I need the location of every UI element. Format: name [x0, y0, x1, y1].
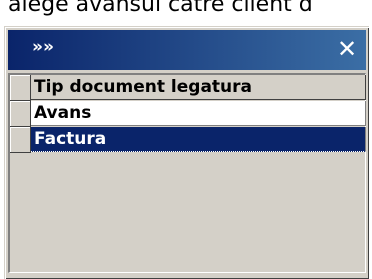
- row-indicator[interactable]: [10, 127, 31, 153]
- row-indicator[interactable]: [10, 75, 31, 101]
- grid-cell[interactable]: Factura: [31, 127, 366, 152]
- grid-cell[interactable]: Avans: [31, 101, 366, 126]
- double-chevron-right-icon: »»: [32, 37, 54, 57]
- grid-header-row: Tip document legatura: [10, 75, 366, 101]
- dialog-titlebar[interactable]: »» ✕: [8, 30, 366, 70]
- close-button[interactable]: ✕: [334, 34, 360, 64]
- dialog-bottom-border: [8, 274, 366, 277]
- document-type-grid: Tip document legatura Avans Factura: [8, 73, 366, 273]
- row-indicator[interactable]: [10, 101, 31, 127]
- background-instruction-text: alege avansul catre client d: [8, 0, 313, 17]
- column-header-tip-document[interactable]: Tip document legatura: [31, 75, 366, 100]
- table-row[interactable]: Avans: [10, 101, 366, 127]
- lookup-dialog: »» ✕ Tip document legatura Avans Factura: [4, 26, 369, 279]
- table-row-selected[interactable]: Factura: [10, 127, 366, 153]
